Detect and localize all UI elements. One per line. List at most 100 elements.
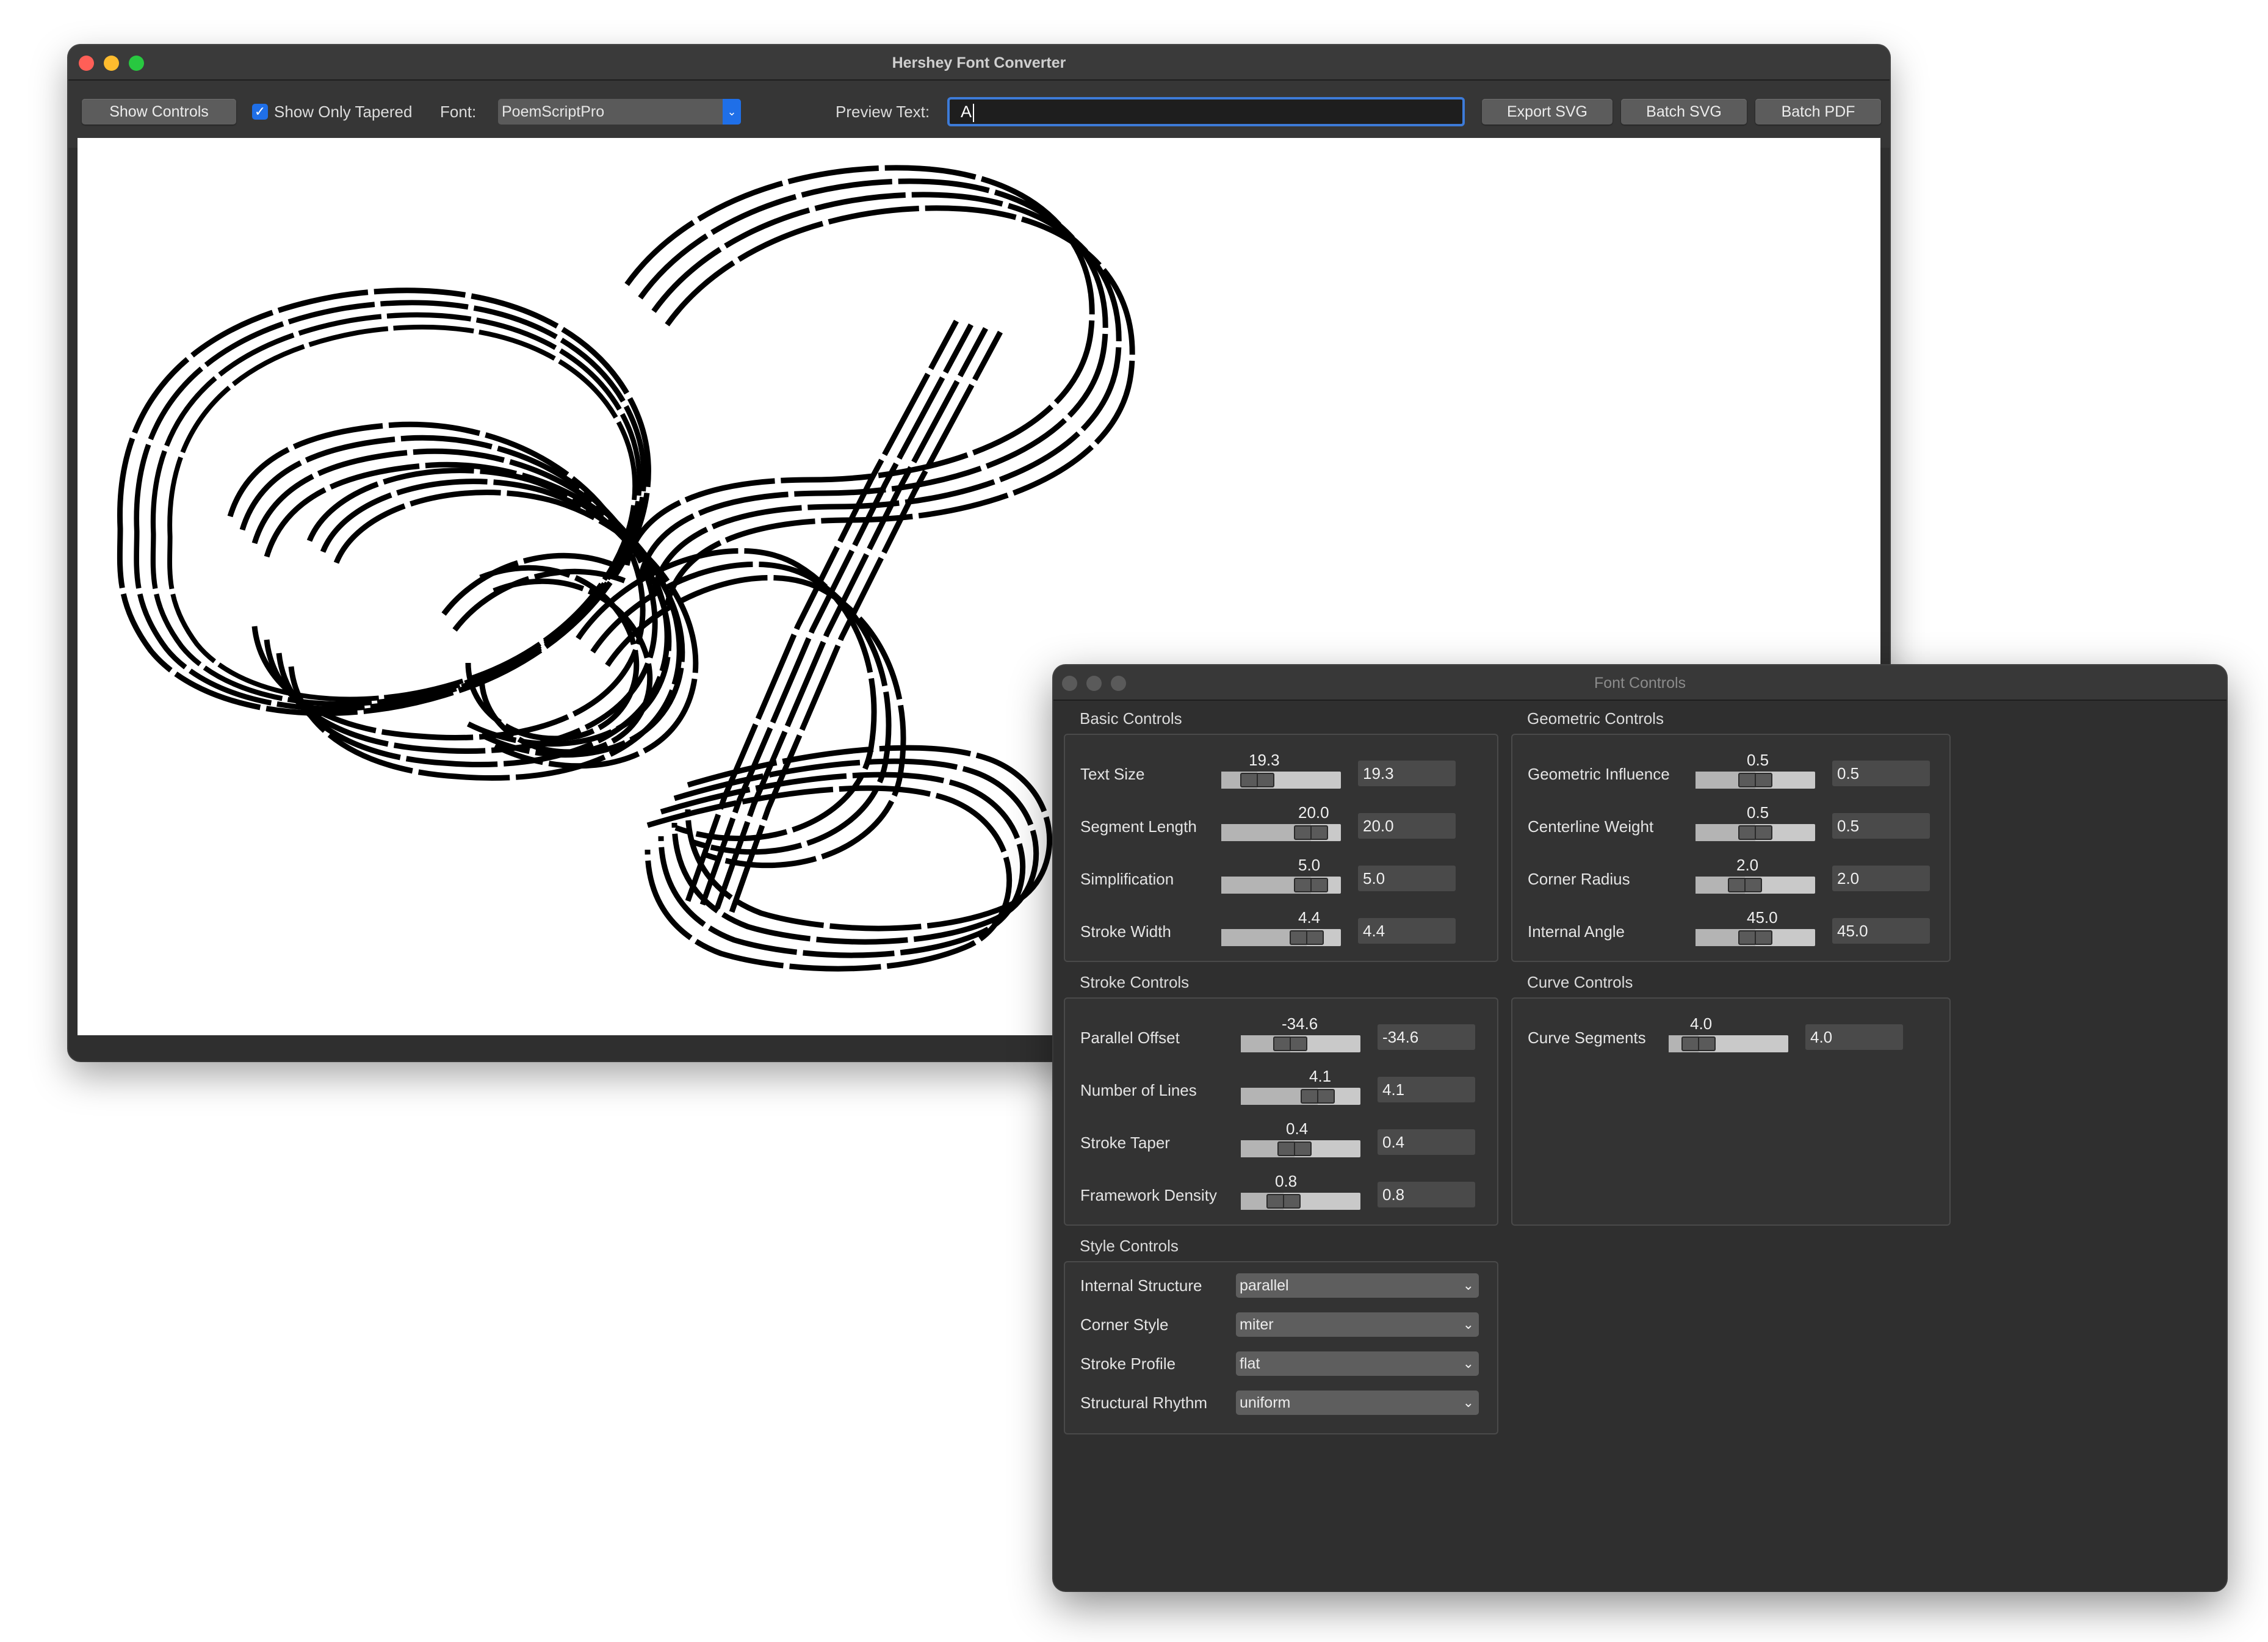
stroke-width-slider[interactable]: 4.4	[1221, 908, 1341, 946]
export-svg-button[interactable]: Export SVG	[1482, 99, 1613, 125]
basic-controls-title: Basic Controls	[1080, 709, 1182, 728]
internal-angle-label: Internal Angle	[1528, 922, 1625, 941]
corner-radius-slider[interactable]: 2.0	[1696, 856, 1815, 894]
simplification-slider[interactable]: 5.0	[1221, 856, 1341, 894]
font-select-value: PoemScriptPro	[502, 103, 605, 120]
number-of-lines-slider-track[interactable]	[1241, 1088, 1360, 1105]
main-titlebar[interactable]: Hershey Font Converter	[68, 45, 1890, 81]
centerline-weight-slider-value: 0.5	[1747, 803, 1769, 822]
curve-segments-slider-handle[interactable]	[1681, 1036, 1716, 1051]
internal-structure-select[interactable]: parallel ⌄	[1236, 1273, 1479, 1298]
framework-density-field[interactable]: 0.8	[1378, 1182, 1475, 1207]
corner-radius-field[interactable]: 2.0	[1832, 866, 1930, 891]
centerline-weight-label: Centerline Weight	[1528, 817, 1654, 836]
framework-density-slider-handle[interactable]	[1266, 1194, 1301, 1209]
controls-titlebar[interactable]: Font Controls	[1053, 665, 2226, 701]
structural-rhythm-value: uniform	[1240, 1394, 1291, 1411]
glyph-strokes	[120, 168, 1132, 969]
stroke-width-slider-track[interactable]	[1221, 929, 1341, 946]
simplification-field[interactable]: 5.0	[1358, 866, 1456, 891]
simplification-slider-track[interactable]	[1221, 877, 1341, 894]
text-size-field[interactable]: 19.3	[1358, 761, 1456, 786]
stroke-taper-slider-handle[interactable]	[1277, 1141, 1312, 1156]
number-of-lines-field[interactable]: 4.1	[1378, 1077, 1475, 1102]
corner-radius-label: Corner Radius	[1528, 870, 1630, 888]
parallel-offset-label: Parallel Offset	[1080, 1029, 1180, 1047]
number-of-lines-slider-handle[interactable]	[1301, 1089, 1335, 1104]
simplification-slider-handle[interactable]	[1294, 878, 1328, 892]
main-window-title: Hershey Font Converter	[892, 54, 1066, 71]
text-size-label: Text Size	[1080, 765, 1145, 783]
parallel-offset-slider-track[interactable]	[1241, 1035, 1360, 1052]
parallel-offset-slider[interactable]: -34.6	[1241, 1014, 1360, 1052]
font-controls-window: Font Controls Basic Controls Text Size 19…	[1053, 665, 2226, 1591]
internal-angle-slider-value: 45.0	[1747, 908, 1778, 927]
corner-radius-slider-track[interactable]	[1696, 877, 1815, 894]
stroke-taper-slider-value: 0.4	[1286, 1119, 1309, 1138]
stroke-taper-field[interactable]: 0.4	[1378, 1129, 1475, 1155]
show-controls-button[interactable]: Show Controls	[82, 99, 236, 125]
geometric-influence-slider-value: 0.5	[1747, 751, 1769, 769]
simplification-label: Simplification	[1080, 870, 1174, 888]
number-of-lines-slider[interactable]: 4.1	[1241, 1067, 1360, 1105]
internal-structure-value: parallel	[1240, 1277, 1289, 1294]
geometric-influence-slider[interactable]: 0.5	[1696, 751, 1815, 789]
stroke-profile-select[interactable]: flat ⌄	[1236, 1351, 1479, 1376]
framework-density-slider[interactable]: 0.8	[1241, 1172, 1360, 1210]
centerline-weight-slider[interactable]: 0.5	[1696, 803, 1815, 841]
text-size-slider-handle[interactable]	[1240, 773, 1274, 787]
segment-length-slider-handle[interactable]	[1294, 825, 1328, 840]
font-select[interactable]: PoemScriptPro ⌄	[498, 99, 741, 125]
parallel-offset-slider-handle[interactable]	[1273, 1036, 1307, 1051]
stroke-width-slider-handle[interactable]	[1290, 930, 1324, 945]
parallel-offset-field[interactable]: -34.6	[1378, 1024, 1475, 1050]
preview-text-value: A	[961, 103, 972, 121]
stroke-width-slider-value: 4.4	[1298, 908, 1321, 927]
stroke-controls-group: Parallel Offset -34.6 -34.6 Number of Lines…	[1064, 997, 1498, 1226]
text-size-slider[interactable]: 19.3	[1221, 751, 1341, 789]
text-size-slider-value: 19.3	[1249, 751, 1280, 769]
corner-radius-slider-handle[interactable]	[1728, 878, 1762, 892]
curve-segments-field[interactable]: 4.0	[1805, 1024, 1903, 1050]
internal-angle-slider[interactable]: 45.0	[1696, 908, 1815, 946]
segment-length-slider[interactable]: 20.0	[1221, 803, 1341, 841]
segment-length-field[interactable]: 20.0	[1358, 813, 1456, 839]
stroke-taper-slider-track[interactable]	[1241, 1140, 1360, 1157]
simplification-slider-value: 5.0	[1298, 856, 1321, 874]
geometric-controls-group: Geometric Influence 0.5 0.5 Centerline Weig…	[1511, 734, 1951, 962]
internal-angle-slider-track[interactable]	[1696, 929, 1815, 946]
batch-pdf-button[interactable]: Batch PDF	[1755, 99, 1881, 125]
number-of-lines-label: Number of Lines	[1080, 1081, 1197, 1099]
geometric-controls-title: Geometric Controls	[1527, 709, 1664, 728]
text-size-slider-track[interactable]	[1221, 772, 1341, 789]
curve-segments-slider-track[interactable]	[1669, 1035, 1788, 1052]
preview-text-input[interactable]: A	[947, 97, 1465, 126]
corner-style-label: Corner Style	[1080, 1315, 1169, 1334]
corner-radius-slider-value: 2.0	[1736, 856, 1759, 874]
batch-svg-button[interactable]: Batch SVG	[1621, 99, 1747, 125]
chevron-down-icon: ⌄	[1462, 1395, 1474, 1410]
show-only-tapered-checkbox[interactable]: ✓	[252, 104, 268, 120]
parallel-offset-slider-value: -34.6	[1282, 1014, 1318, 1033]
internal-angle-slider-handle[interactable]	[1738, 930, 1772, 945]
number-of-lines-slider-value: 4.1	[1309, 1067, 1332, 1085]
centerline-weight-field[interactable]: 0.5	[1832, 813, 1930, 839]
geometric-influence-slider-track[interactable]	[1696, 772, 1815, 789]
corner-style-select[interactable]: miter ⌄	[1236, 1312, 1479, 1337]
framework-density-slider-track[interactable]	[1241, 1193, 1360, 1210]
geometric-influence-slider-handle[interactable]	[1738, 773, 1772, 787]
style-controls-title: Style Controls	[1080, 1237, 1179, 1255]
chevron-down-icon: ⌄	[1462, 1317, 1474, 1332]
segment-length-slider-track[interactable]	[1221, 824, 1341, 841]
geometric-influence-field[interactable]: 0.5	[1832, 761, 1930, 786]
stroke-width-field[interactable]: 4.4	[1358, 918, 1456, 944]
centerline-weight-slider-handle[interactable]	[1738, 825, 1772, 840]
internal-angle-field[interactable]: 45.0	[1832, 918, 1930, 944]
basic-controls-group: Text Size 19.3 19.3 Segment Length 20.0 20.0 S…	[1064, 734, 1498, 962]
curve-segments-slider[interactable]: 4.0	[1669, 1014, 1788, 1052]
geometric-influence-label: Geometric Influence	[1528, 765, 1670, 783]
stroke-taper-label: Stroke Taper	[1080, 1134, 1170, 1152]
centerline-weight-slider-track[interactable]	[1696, 824, 1815, 841]
structural-rhythm-select[interactable]: uniform ⌄	[1236, 1391, 1479, 1415]
stroke-taper-slider[interactable]: 0.4	[1241, 1119, 1360, 1157]
